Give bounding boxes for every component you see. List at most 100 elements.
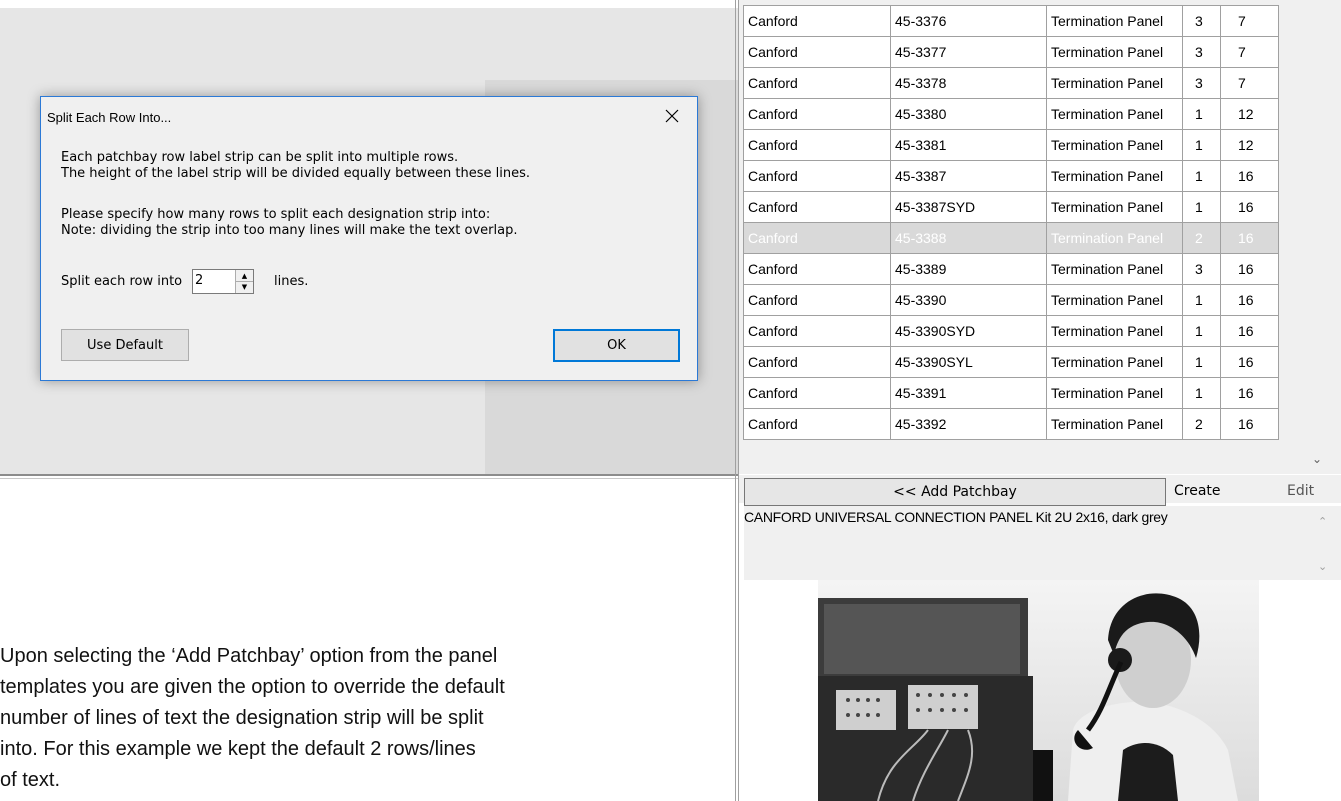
rack-units-cell: 1: [1182, 284, 1221, 316]
table-row[interactable]: Canford 45-3389 Termination Panel 3 16: [743, 253, 1279, 285]
maker-cell: Canford: [743, 222, 891, 254]
description-box: CANFORD UNIVERSAL CONNECTION PANEL Kit 2…: [744, 506, 1341, 580]
ways-cell: 16: [1220, 346, 1279, 378]
edit-button[interactable]: Edit: [1287, 483, 1314, 499]
split-label: Split each row into: [61, 274, 183, 289]
dialog-text-line: Each patchbay row label strip can be spl…: [61, 150, 459, 165]
rack-units-cell: 2: [1182, 222, 1221, 254]
rack-units-cell: 3: [1182, 253, 1221, 285]
part-number-cell: 45-3387: [890, 160, 1047, 192]
close-icon[interactable]: [659, 103, 685, 129]
rack-units-cell: 1: [1182, 160, 1221, 192]
rack-units-cell: 2: [1182, 408, 1221, 440]
part-number-cell: 45-3377: [890, 36, 1047, 68]
type-cell: Termination Panel: [1046, 315, 1183, 347]
part-number-cell: 45-3390SYD: [890, 315, 1047, 347]
create-button[interactable]: Create: [1174, 483, 1221, 499]
ways-cell: 16: [1220, 253, 1279, 285]
part-number-cell: 45-3380: [890, 98, 1047, 130]
maker-cell: Canford: [743, 5, 891, 37]
maker-cell: Canford: [743, 284, 891, 316]
part-number-cell: 45-3381: [890, 129, 1047, 161]
ok-button[interactable]: OK: [553, 329, 680, 362]
rack-units-cell: 1: [1182, 191, 1221, 223]
chevron-down-icon[interactable]: ⌄: [1312, 452, 1322, 466]
dialog-text-line: Please specify how many rows to split ea…: [61, 207, 491, 222]
panel-template-grid: Canford 45-3376 Termination Panel 3 7 Canford…: [743, 5, 1279, 440]
type-cell: Termination Panel: [1046, 222, 1183, 254]
maker-cell: Canford: [743, 346, 891, 378]
table-row[interactable]: Canford 45-3387 Termination Panel 1 16: [743, 160, 1279, 192]
description-text: CANFORD UNIVERSAL CONNECTION PANEL Kit 2…: [744, 509, 1168, 525]
chevron-up-icon[interactable]: ⌃: [1318, 515, 1327, 528]
table-row[interactable]: Canford 45-3376 Termination Panel 3 7: [743, 5, 1279, 37]
table-row[interactable]: Canford 45-3392 Termination Panel 2 16: [743, 408, 1279, 440]
maker-cell: Canford: [743, 67, 891, 99]
spin-down-icon[interactable]: ▼: [236, 281, 253, 292]
use-default-button[interactable]: Use Default: [61, 329, 189, 361]
table-row[interactable]: Canford 45-3377 Termination Panel 3 7: [743, 36, 1279, 68]
ways-cell: 16: [1220, 377, 1279, 409]
type-cell: Termination Panel: [1046, 408, 1183, 440]
type-cell: Termination Panel: [1046, 284, 1183, 316]
part-number-cell: 45-3391: [890, 377, 1047, 409]
dialog-text-line: The height of the label strip will be di…: [61, 166, 531, 181]
rack-units-cell: 1: [1182, 315, 1221, 347]
table-row[interactable]: Canford 45-3390 Termination Panel 1 16: [743, 284, 1279, 316]
type-cell: Termination Panel: [1046, 346, 1183, 378]
ways-cell: 16: [1220, 222, 1279, 254]
type-cell: Termination Panel: [1046, 377, 1183, 409]
table-row[interactable]: Canford 45-3381 Termination Panel 1 12: [743, 129, 1279, 161]
part-number-cell: 45-3390SYL: [890, 346, 1047, 378]
split-rows-dialog: Split Each Row Into... Each patchbay row…: [40, 96, 698, 381]
maker-cell: Canford: [743, 253, 891, 285]
table-row[interactable]: Canford 45-3380 Termination Panel 1 12: [743, 98, 1279, 130]
part-number-cell: 45-3389: [890, 253, 1047, 285]
part-number-cell: 45-3387SYD: [890, 191, 1047, 223]
caption-line: Upon selecting the ‘Add Patchbay’ option…: [0, 645, 498, 667]
type-cell: Termination Panel: [1046, 36, 1183, 68]
type-cell: Termination Panel: [1046, 5, 1183, 37]
ways-cell: 7: [1220, 36, 1279, 68]
switchboard-operator-photo: [818, 580, 1259, 801]
ways-cell: 16: [1220, 191, 1279, 223]
ways-cell: 16: [1220, 408, 1279, 440]
table-row[interactable]: Canford 45-3390SYL Termination Panel 1 16: [743, 346, 1279, 378]
maker-cell: Canford: [743, 377, 891, 409]
table-row[interactable]: Canford 45-3390SYD Termination Panel 1 16: [743, 315, 1279, 347]
table-row[interactable]: Canford 45-3378 Termination Panel 3 7: [743, 67, 1279, 99]
dialog-text-line: Note: dividing the strip into too many l…: [61, 223, 518, 238]
table-row[interactable]: Canford 45-3387SYD Termination Panel 1 16: [743, 191, 1279, 223]
type-cell: Termination Panel: [1046, 160, 1183, 192]
rack-units-cell: 1: [1182, 129, 1221, 161]
split-rows-stepper: ▲ ▼: [192, 269, 254, 294]
spin-buttons: ▲ ▼: [235, 270, 253, 293]
rack-units-cell: 3: [1182, 5, 1221, 37]
divider: [0, 478, 738, 479]
type-cell: Termination Panel: [1046, 98, 1183, 130]
part-number-cell: 45-3390: [890, 284, 1047, 316]
maker-cell: Canford: [743, 36, 891, 68]
rack-units-cell: 1: [1182, 346, 1221, 378]
dialog-title: Split Each Row Into...: [47, 110, 172, 125]
caption-line: of text.: [0, 769, 61, 791]
part-number-cell: 45-3388: [890, 222, 1047, 254]
screenshot-area: Split Each Row Into... Each patchbay row…: [0, 0, 738, 480]
ways-cell: 16: [1220, 284, 1279, 316]
chevron-down-icon[interactable]: ⌄: [1318, 560, 1327, 573]
ways-cell: 16: [1220, 160, 1279, 192]
add-patchbay-button[interactable]: << Add Patchbay: [744, 478, 1166, 506]
maker-cell: Canford: [743, 160, 891, 192]
table-row[interactable]: Canford 45-3391 Termination Panel 1 16: [743, 377, 1279, 409]
part-number-cell: 45-3378: [890, 67, 1047, 99]
maker-cell: Canford: [743, 315, 891, 347]
maker-cell: Canford: [743, 191, 891, 223]
table-row[interactable]: Canford 45-3388 Termination Panel 2 16: [743, 222, 1279, 254]
type-cell: Termination Panel: [1046, 67, 1183, 99]
split-rows-input[interactable]: [195, 271, 233, 290]
rack-units-cell: 1: [1182, 98, 1221, 130]
part-number-cell: 45-3376: [890, 5, 1047, 37]
maker-cell: Canford: [743, 98, 891, 130]
type-cell: Termination Panel: [1046, 253, 1183, 285]
caption-line: number of lines of text the designation …: [0, 707, 484, 729]
